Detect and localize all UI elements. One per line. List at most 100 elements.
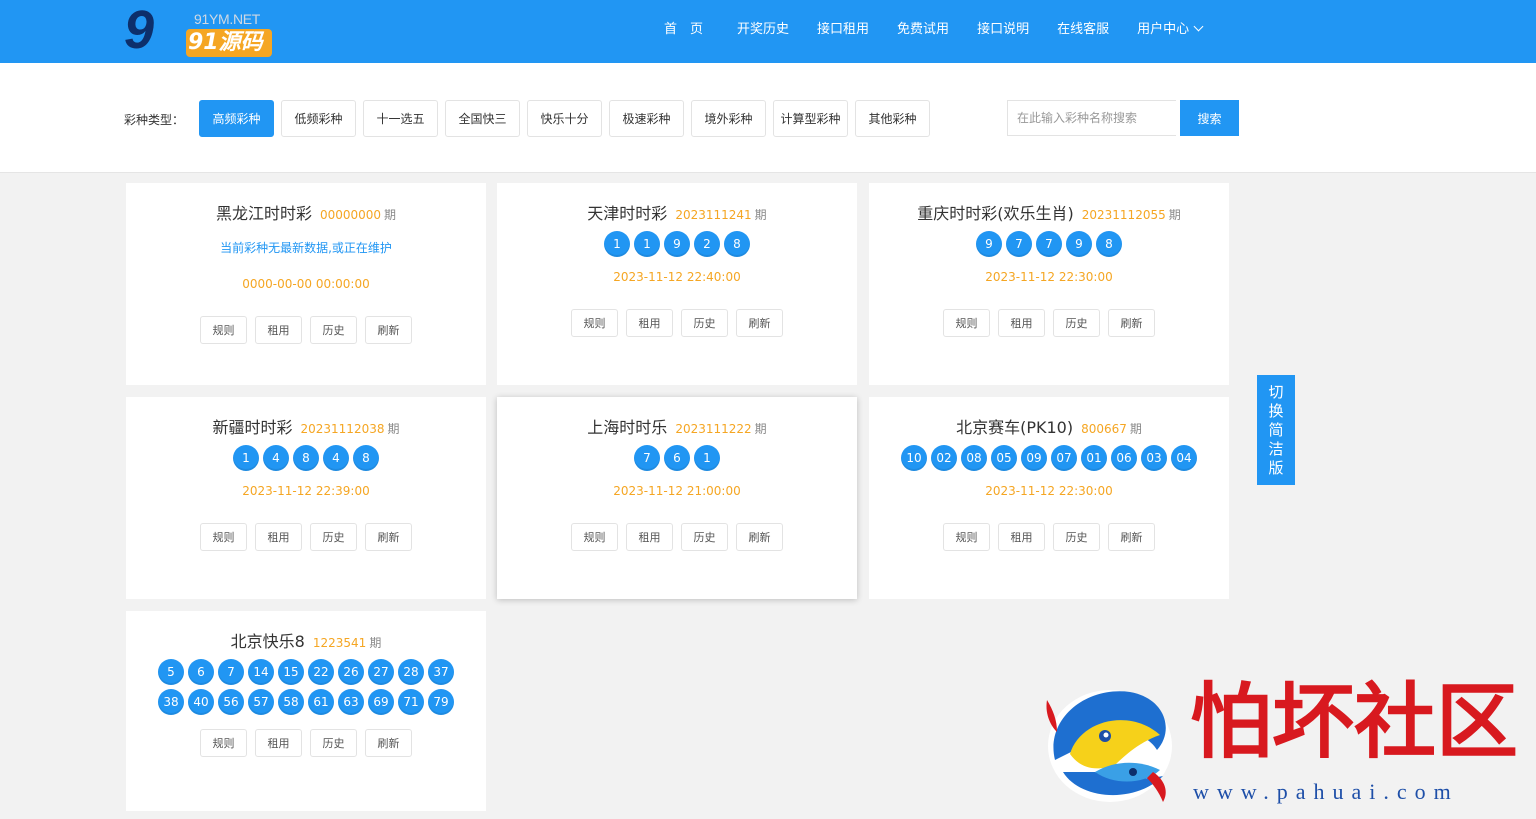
search-button[interactable]: 搜索 xyxy=(1180,100,1239,136)
result-ball: 27 xyxy=(368,659,394,685)
nav-draw-history[interactable]: 开奖历史 xyxy=(737,20,789,40)
result-ball: 09 xyxy=(1021,445,1047,471)
lottery-card-beijing-pk10: 北京赛车(PK10) 800667 期 10 02 08 05 09 07 01 0… xyxy=(869,397,1229,599)
type-button-happy10[interactable]: 快乐十分 xyxy=(527,100,602,137)
refresh-button[interactable]: 刷新 xyxy=(1108,523,1155,551)
result-ball: 1 xyxy=(604,231,630,257)
nav-free-trial[interactable]: 免费试用 xyxy=(897,20,949,40)
type-button-speed[interactable]: 极速彩种 xyxy=(609,100,684,137)
rules-button[interactable]: 规则 xyxy=(571,523,618,551)
result-ball: 9 xyxy=(1066,231,1092,257)
lottery-name: 黑龙江时时彩 xyxy=(215,204,312,223)
result-ball: 8 xyxy=(293,445,319,471)
switcher-char: 换 xyxy=(1268,401,1284,420)
result-ball: 8 xyxy=(1096,231,1122,257)
nav-home[interactable]: 首 页 xyxy=(664,20,703,40)
history-button[interactable]: 历史 xyxy=(1053,309,1100,337)
rules-button[interactable]: 规则 xyxy=(943,523,990,551)
result-ball: 10 xyxy=(901,445,927,471)
lottery-name: 北京赛车(PK10) xyxy=(956,418,1074,437)
card-actions: 规则 租用 历史 刷新 xyxy=(126,523,486,551)
nav-online-service[interactable]: 在线客服 xyxy=(1057,20,1109,40)
type-button-high-frequency[interactable]: 高频彩种 xyxy=(199,100,274,137)
type-button-11x5[interactable]: 十一选五 xyxy=(363,100,438,137)
refresh-button[interactable]: 刷新 xyxy=(736,523,783,551)
history-button[interactable]: 历史 xyxy=(681,309,728,337)
draw-time: 2023-11-12 22:30:00 xyxy=(985,484,1113,498)
lottery-name: 上海时时乐 xyxy=(587,418,668,437)
result-ball: 22 xyxy=(308,659,334,685)
type-button-computed[interactable]: 计算型彩种 xyxy=(773,100,848,137)
rules-button[interactable]: 规则 xyxy=(200,523,247,551)
nav-user-center-label: 用户中心 xyxy=(1137,22,1190,37)
issue-number: 00000000 xyxy=(319,208,382,222)
history-button[interactable]: 历史 xyxy=(310,523,357,551)
result-ball: 6 xyxy=(664,445,690,471)
result-ball: 14 xyxy=(248,659,274,685)
history-button[interactable]: 历史 xyxy=(310,729,357,757)
rent-button[interactable]: 租用 xyxy=(255,523,302,551)
lottery-card-heilongjiang: 黑龙江时时彩 00000000 期 当前彩种无最新数据,或正在维护 0000-00-… xyxy=(126,183,486,385)
result-ball: 28 xyxy=(398,659,424,685)
type-button-other[interactable]: 其他彩种 xyxy=(855,100,930,137)
draw-time: 2023-11-12 22:30:00 xyxy=(985,270,1113,284)
lottery-search-input[interactable] xyxy=(1007,100,1176,136)
rules-button[interactable]: 规则 xyxy=(200,316,247,344)
switcher-char: 切 xyxy=(1268,382,1284,401)
card-actions: 规则 租用 历史 刷新 xyxy=(869,523,1229,551)
lottery-name: 新疆时时彩 xyxy=(212,418,293,437)
issue-suffix: 期 xyxy=(384,208,397,222)
refresh-button[interactable]: 刷新 xyxy=(365,316,412,344)
result-ball: 08 xyxy=(961,445,987,471)
issue-suffix: 期 xyxy=(387,422,400,436)
issue-number: 20231112038 xyxy=(300,422,385,436)
rent-button[interactable]: 租用 xyxy=(626,523,673,551)
refresh-button[interactable]: 刷新 xyxy=(365,523,412,551)
rent-button[interactable]: 租用 xyxy=(998,309,1045,337)
refresh-button[interactable]: 刷新 xyxy=(365,729,412,757)
issue-suffix: 期 xyxy=(754,208,767,222)
lottery-card-chongqing: 重庆时时彩(欢乐生肖) 20231112055 期 9 7 7 9 8 2023-1… xyxy=(869,183,1229,385)
history-button[interactable]: 历史 xyxy=(1053,523,1100,551)
rules-button[interactable]: 规则 xyxy=(571,309,618,337)
result-balls: 10 02 08 05 09 07 01 06 03 04 xyxy=(869,443,1229,473)
type-button-low-frequency[interactable]: 低频彩种 xyxy=(281,100,356,137)
result-balls: 1 1 9 2 8 xyxy=(497,229,857,259)
rent-button[interactable]: 租用 xyxy=(255,729,302,757)
result-ball: 9 xyxy=(976,231,1002,257)
nav-api-docs[interactable]: 接口说明 xyxy=(977,20,1029,40)
lottery-card-beijing-keno8: 北京快乐8 1223541 期 5 6 7 14 15 22 26 27 28 37… xyxy=(126,611,486,811)
result-ball: 56 xyxy=(218,689,244,715)
issue-suffix: 期 xyxy=(1129,422,1142,436)
refresh-button[interactable]: 刷新 xyxy=(1108,309,1155,337)
switch-simple-version-button[interactable]: 切 换 简 洁 版 xyxy=(1257,375,1295,485)
type-button-overseas[interactable]: 境外彩种 xyxy=(691,100,766,137)
top-header: 9 91YM.NET 91源码 首 页 开奖历史 接口租用 免费试用 接口说明 … xyxy=(0,0,1536,63)
result-ball: 8 xyxy=(353,445,379,471)
result-ball: 8 xyxy=(724,231,750,257)
lottery-type-group: 高频彩种 低频彩种 十一选五 全国快三 快乐十分 极速彩种 境外彩种 计算型彩种… xyxy=(199,100,937,137)
rent-button[interactable]: 租用 xyxy=(998,523,1045,551)
rules-button[interactable]: 规则 xyxy=(943,309,990,337)
rules-button[interactable]: 规则 xyxy=(200,729,247,757)
fish-logo-icon xyxy=(1046,690,1172,802)
type-button-k3[interactable]: 全国快三 xyxy=(445,100,520,137)
result-ball: 1 xyxy=(694,445,720,471)
rent-button[interactable]: 租用 xyxy=(626,309,673,337)
rent-button[interactable]: 租用 xyxy=(255,316,302,344)
card-title: 上海时时乐 2023111222 期 xyxy=(497,414,857,438)
history-button[interactable]: 历史 xyxy=(310,316,357,344)
site-logo[interactable]: 9 91YM.NET 91源码 xyxy=(124,2,274,60)
watermark-title: 怕坏社区 xyxy=(1190,674,1519,770)
lottery-card-tianjin: 天津时时彩 2023111241 期 1 1 9 2 8 2023-11-12 22… xyxy=(497,183,857,385)
result-ball: 37 xyxy=(428,659,454,685)
card-title: 北京赛车(PK10) 800667 期 xyxy=(869,414,1229,438)
history-button[interactable]: 历史 xyxy=(681,523,728,551)
result-ball: 9 xyxy=(664,231,690,257)
watermark-url: www.pahuai.com xyxy=(1193,779,1459,804)
nav-api-rental[interactable]: 接口租用 xyxy=(817,20,869,40)
nav-user-center[interactable]: 用户中心 xyxy=(1137,20,1204,40)
result-ball: 6 xyxy=(188,659,214,685)
refresh-button[interactable]: 刷新 xyxy=(736,309,783,337)
result-ball: 1 xyxy=(634,231,660,257)
